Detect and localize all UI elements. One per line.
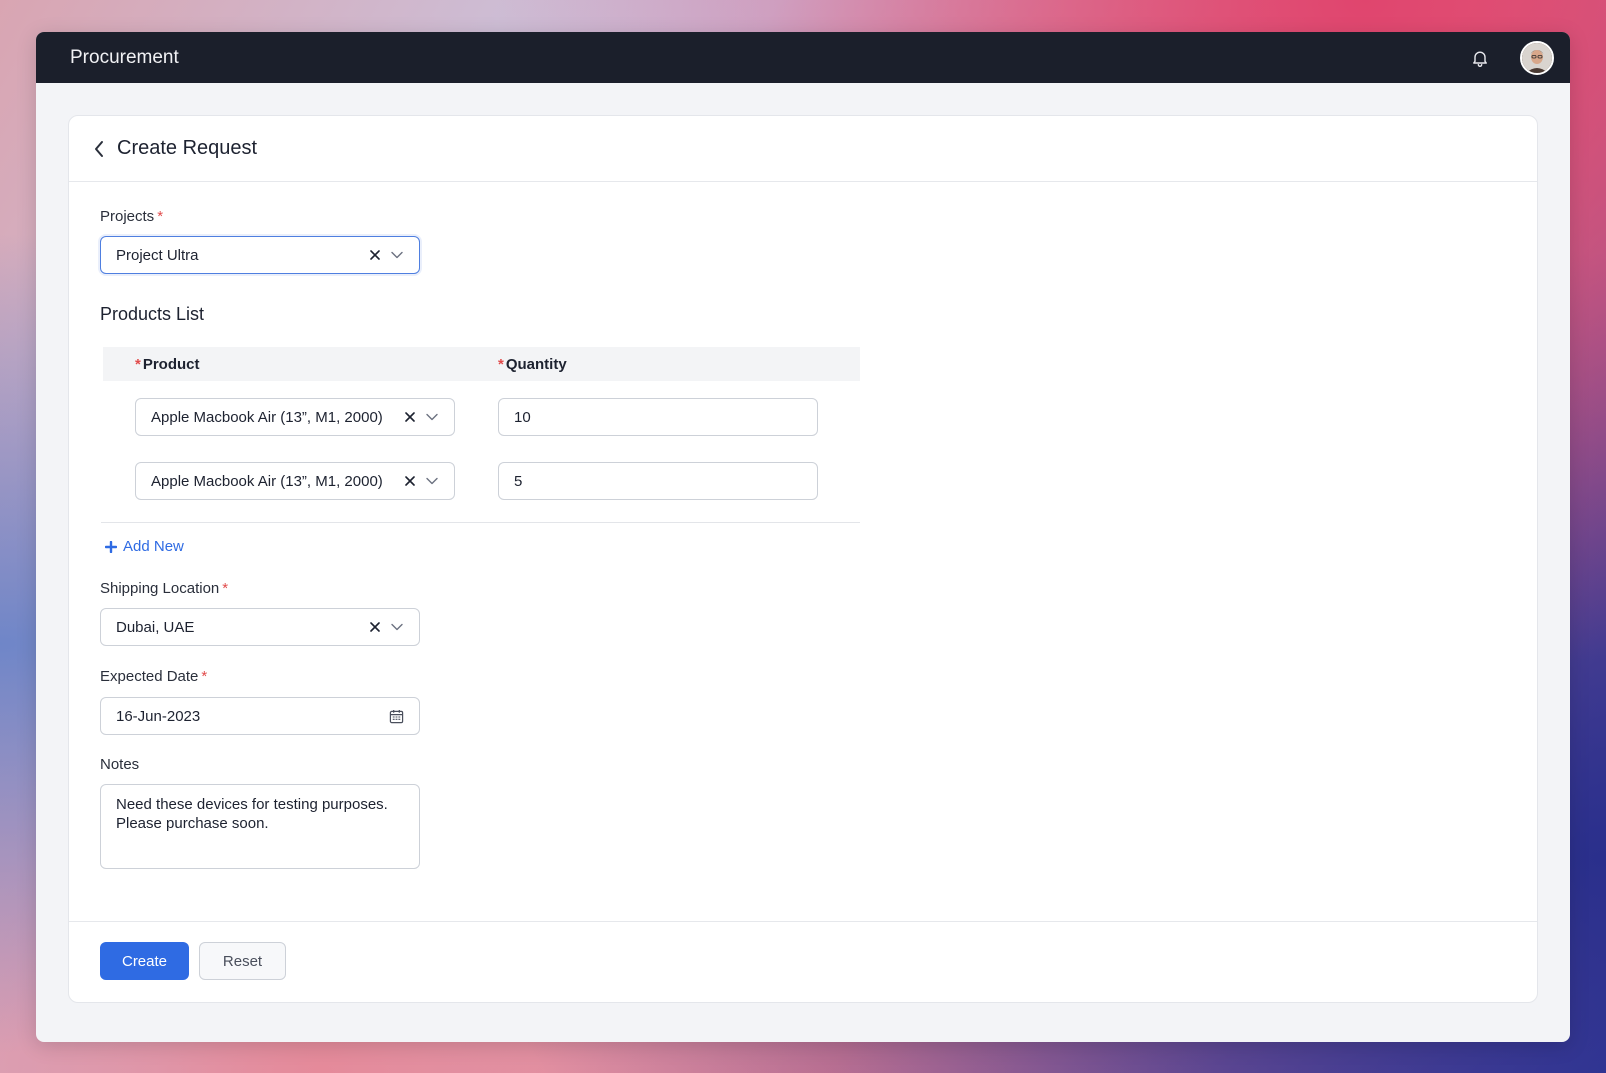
quantity-value: 10 <box>514 408 531 426</box>
app-window: Procurement Create Request Projects * Pr… <box>36 32 1570 1042</box>
card-header: Create Request <box>69 116 1537 182</box>
add-new-label: Add New <box>123 538 184 555</box>
chevron-down-icon[interactable] <box>424 409 440 425</box>
shipping-location-label-text: Shipping Location <box>100 580 220 597</box>
chevron-left-icon[interactable] <box>89 139 109 159</box>
required-asterisk: * <box>201 668 208 685</box>
form-footer: Create Reset <box>69 921 1537 1002</box>
product-select[interactable]: Apple Macbook Air (13”, M1, 2000) <box>135 462 455 500</box>
product-value: Apple Macbook Air (13”, M1, 2000) <box>151 472 383 490</box>
product-column-header: * Product <box>135 356 200 373</box>
page-title: Create Request <box>117 137 258 159</box>
products-list-title: Products List <box>100 304 205 324</box>
required-asterisk: * <box>222 580 229 597</box>
add-new-product-button[interactable]: Add New <box>105 538 184 555</box>
product-value: Apple Macbook Air (13”, M1, 2000) <box>151 408 383 426</box>
calendar-icon[interactable] <box>387 708 405 724</box>
chevron-down-icon[interactable] <box>389 619 405 635</box>
shipping-location-value: Dubai, UAE <box>116 618 195 636</box>
reset-button[interactable]: Reset <box>199 942 286 980</box>
quantity-column-header: * Quantity <box>498 356 567 373</box>
close-icon[interactable] <box>402 409 418 425</box>
notes-textarea[interactable]: Need these devices for testing purposes.… <box>100 784 420 869</box>
user-avatar[interactable] <box>1520 40 1554 75</box>
required-asterisk: * <box>157 208 164 225</box>
quantity-column-label: Quantity <box>505 355 567 373</box>
app-title: Procurement <box>70 46 179 68</box>
shipping-location-label: Shipping Location * <box>100 580 228 597</box>
quantity-input[interactable]: 10 <box>498 398 818 436</box>
chevron-down-icon[interactable] <box>424 473 440 489</box>
close-icon[interactable] <box>402 473 418 489</box>
expected-date-label: Expected Date * <box>100 668 207 685</box>
required-asterisk: * <box>498 355 504 373</box>
product-select[interactable]: Apple Macbook Air (13”, M1, 2000) <box>135 398 455 436</box>
quantity-input[interactable]: 5 <box>498 462 818 500</box>
top-navbar: Procurement <box>36 32 1570 83</box>
product-column-label: Product <box>142 355 200 373</box>
notes-label: Notes <box>100 756 140 773</box>
create-button[interactable]: Create <box>100 942 189 980</box>
quantity-value: 5 <box>514 472 523 490</box>
products-table-header: * Product * Quantity <box>103 347 860 381</box>
expected-date-input[interactable]: 16-Jun-2023 <box>100 697 420 735</box>
create-request-card: Create Request Projects * Project Ultra P… <box>68 115 1538 1003</box>
projects-label-text: Projects <box>100 208 155 225</box>
projects-select[interactable]: Project Ultra <box>100 236 420 274</box>
required-asterisk: * <box>135 355 141 373</box>
plus-icon <box>105 540 117 553</box>
projects-label: Projects * <box>100 208 163 225</box>
shipping-location-select[interactable]: Dubai, UAE <box>100 608 420 646</box>
projects-value: Project Ultra <box>116 246 199 264</box>
expected-date-label-text: Expected Date <box>100 668 199 685</box>
chevron-down-icon[interactable] <box>389 247 405 263</box>
expected-date-value: 16-Jun-2023 <box>116 707 201 725</box>
close-icon[interactable] <box>367 619 383 635</box>
products-divider <box>101 522 860 523</box>
close-icon[interactable] <box>367 247 383 263</box>
bell-icon[interactable] <box>1468 46 1492 70</box>
